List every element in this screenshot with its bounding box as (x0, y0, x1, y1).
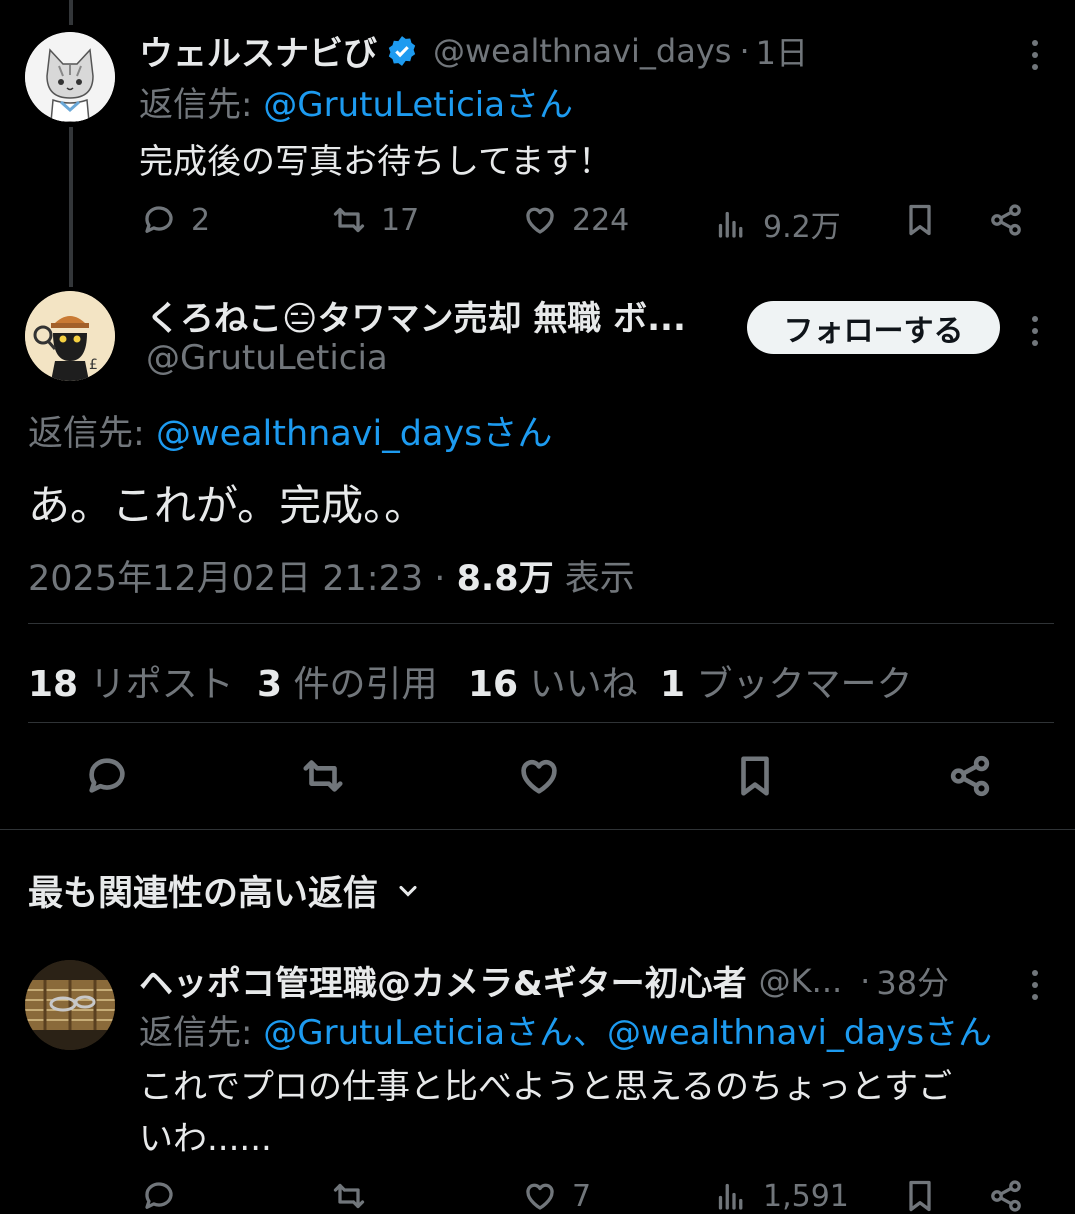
post-timestamp[interactable]: 2025年12月02日 21:23 (28, 559, 423, 599)
reply-to-link[interactable]: @GrutuLeticiaさん、@wealthnavi_daysさん (263, 1013, 992, 1053)
post-text-line-1: これでプロの仕事と比べようと思えるのちょっとすご (139, 1067, 952, 1107)
black-cat-avatar-icon: £ (25, 291, 115, 381)
reply-prefix: 返信先: (139, 1013, 253, 1053)
separator: · (434, 559, 446, 599)
repost-icon (303, 760, 343, 792)
repost-button[interactable] (331, 1178, 367, 1214)
views-button[interactable]: 1,591 (713, 1178, 849, 1214)
like-icon (526, 1183, 554, 1210)
bookmark-icon (741, 756, 769, 796)
views-icon (718, 211, 743, 238)
share-button[interactable] (988, 202, 1024, 238)
bookmark-icon (909, 1180, 931, 1212)
reply-icon (145, 1182, 173, 1209)
bookmark-icon (909, 204, 931, 236)
bookmark-button[interactable] (902, 1178, 938, 1214)
thread-line-top (69, 0, 73, 25)
divider (28, 722, 1054, 723)
author-name[interactable]: くろねこ😑タワマン売却 無職 ボ... (146, 291, 686, 340)
share-icon (991, 1180, 1021, 1212)
follow-button[interactable]: フォローする (747, 301, 1000, 354)
repost-button[interactable]: 17 (331, 202, 419, 238)
sort-label: 最も関連性の高い返信 (28, 874, 379, 914)
like-count: 224 (572, 202, 630, 238)
reply-prefix: 返信先: (28, 414, 145, 454)
like-count: 7 (572, 1178, 592, 1214)
author-name[interactable]: ヘッポコ管理職@カメラ&ギター初心者 (139, 956, 747, 1005)
chevron-down-icon (399, 885, 417, 897)
repost-icon (333, 1183, 365, 1209)
post-text-line-2: いわ...... (139, 1119, 272, 1159)
avatar-grutuleticia[interactable]: £ (25, 291, 115, 381)
svg-text:£: £ (89, 357, 98, 373)
views-count: 8.8万 (456, 559, 554, 599)
separator: · (860, 961, 871, 1000)
views-label: 表示 (564, 559, 635, 599)
share-icon (991, 204, 1021, 236)
reply-button[interactable] (84, 753, 130, 803)
cat-avatar-icon (25, 32, 115, 122)
quotes-stat[interactable]: 3 件の引用 (257, 655, 438, 707)
reply-to-link[interactable]: @wealthnavi_daysさん (156, 414, 552, 454)
repost-button[interactable] (300, 753, 346, 803)
bookmark-button[interactable] (902, 202, 938, 238)
like-button[interactable]: 7 (522, 1178, 591, 1214)
share-button[interactable] (988, 1178, 1024, 1214)
more-icon[interactable] (1032, 964, 1040, 1006)
like-icon (526, 207, 554, 234)
reply-icon (89, 758, 125, 793)
divider (0, 829, 1075, 830)
views-icon (718, 1183, 743, 1210)
post-text: 完成後の写真お待ちしてます！ (139, 142, 613, 182)
post-text: あ。これが。完成。。 (28, 481, 427, 530)
reply-icon (145, 206, 173, 233)
reply-sort-dropdown[interactable]: 最も関連性の高い返信 (28, 865, 422, 916)
like-button[interactable] (516, 753, 562, 803)
author-handle[interactable]: @GrutuLeticia (146, 338, 388, 378)
bookmarks-stat[interactable]: 1 ブックマーク (660, 655, 913, 707)
separator: · (739, 31, 750, 70)
author-handle[interactable]: @K... (759, 962, 843, 1000)
verified-badge-icon (388, 35, 416, 66)
reply-button[interactable] (141, 1178, 177, 1214)
bookmark-button[interactable] (732, 753, 778, 803)
author-handle[interactable]: @wealthnavi_days (433, 32, 731, 70)
author-name[interactable]: ウェルスナビび (139, 26, 377, 75)
more-icon[interactable] (1032, 310, 1040, 352)
views-count: 1,591 (763, 1178, 849, 1214)
post-time[interactable]: 1日 (756, 28, 808, 74)
more-icon[interactable] (1032, 34, 1040, 76)
like-button[interactable]: 224 (522, 202, 629, 238)
post-time[interactable]: 38分 (876, 958, 949, 1004)
guitar-photo-avatar-icon (25, 960, 115, 1050)
reposts-stat[interactable]: 18 リポスト (28, 655, 234, 707)
reply-count: 2 (191, 202, 211, 238)
likes-stat[interactable]: 16 いいね (468, 655, 638, 707)
reply-to-link[interactable]: @GrutuLeticiaさん (263, 85, 573, 125)
views-button[interactable]: 9.2万 (713, 202, 841, 246)
share-button[interactable] (947, 753, 993, 803)
repost-icon (333, 207, 365, 233)
avatar-heppoko[interactable] (25, 960, 115, 1050)
share-icon (950, 755, 990, 797)
like-icon (521, 759, 557, 794)
repost-count: 17 (381, 202, 420, 238)
avatar-wealthnavi[interactable] (25, 32, 115, 122)
thread-line-middle (69, 127, 73, 287)
reply-prefix: 返信先: (139, 85, 253, 125)
views-count: 9.2万 (763, 210, 841, 245)
reply-button[interactable]: 2 (141, 202, 210, 238)
divider (28, 623, 1054, 624)
